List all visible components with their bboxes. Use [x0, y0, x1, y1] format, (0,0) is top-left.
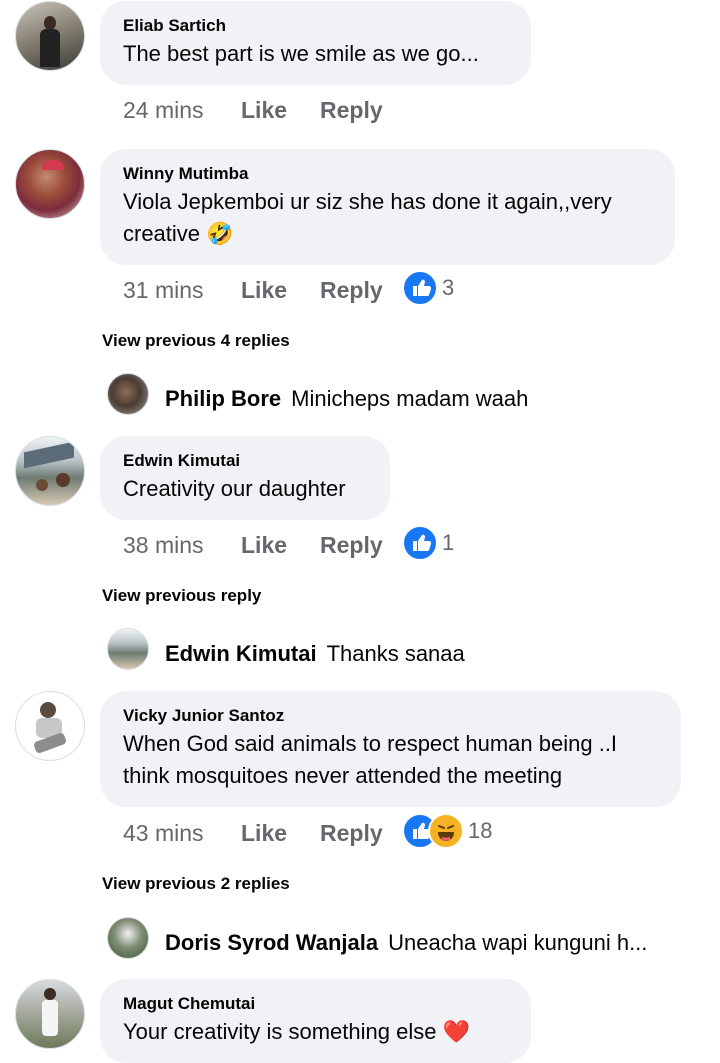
comment-time[interactable]: 31 mins	[123, 277, 204, 304]
avatar[interactable]	[15, 979, 85, 1049]
rofl-emoji-icon: 🤣	[206, 221, 234, 246]
reaction-count: 3	[442, 275, 455, 300]
reply-button[interactable]: Reply	[320, 277, 383, 304]
avatar[interactable]	[107, 628, 149, 670]
like-icon	[402, 525, 438, 561]
reply-row: Philip Bore Minicheps madam waah	[165, 386, 528, 412]
reaction-summary[interactable]: 18	[402, 813, 492, 849]
comment-bubble: Winny Mutimba Viola Jepkemboi ur siz she…	[100, 149, 675, 265]
like-button[interactable]: Like	[241, 277, 287, 304]
haha-icon	[428, 813, 464, 849]
reaction-count: 18	[468, 818, 493, 843]
view-previous-replies-link[interactable]: View previous 4 replies	[102, 331, 290, 351]
comment-time[interactable]: 43 mins	[123, 820, 204, 847]
avatar[interactable]	[107, 373, 149, 415]
reply-text: Uneacha wapi kunguni h...	[388, 930, 648, 955]
reply-button[interactable]: Reply	[320, 97, 383, 124]
heart-emoji-icon: ❤️	[442, 1019, 470, 1044]
comment-text-line: Your creativity is something else ❤️	[123, 1016, 509, 1048]
reply-text: Minicheps madam waah	[291, 386, 529, 411]
comment-bubble: Edwin Kimutai Creativity our daughter	[100, 436, 390, 520]
comment-author[interactable]: Winny Mutimba	[123, 163, 653, 185]
reply-author[interactable]: Doris Syrod Wanjala	[165, 930, 378, 955]
view-previous-replies-link[interactable]: View previous 2 replies	[102, 874, 290, 894]
comment-text-line1: When God said animals to respect human b…	[123, 731, 618, 756]
view-previous-replies-link[interactable]: View previous reply	[102, 586, 261, 606]
like-button[interactable]: Like	[241, 97, 287, 124]
reply-text: Thanks sanaa	[326, 641, 465, 666]
avatar[interactable]	[15, 691, 85, 761]
avatar[interactable]	[15, 1, 85, 71]
like-icon	[402, 270, 438, 306]
reply-button[interactable]: Reply	[320, 532, 383, 559]
comment-bubble: Eliab Sartich The best part is we smile …	[100, 1, 531, 85]
comment-bubble: Vicky Junior Santoz When God said animal…	[100, 691, 681, 807]
comment-text-line1: Viola Jepkemboi ur siz she has done it a…	[123, 189, 612, 214]
reaction-summary[interactable]: 1	[402, 525, 454, 561]
reply-row: Doris Syrod Wanjala Uneacha wapi kunguni …	[165, 930, 647, 956]
comment-author[interactable]: Eliab Sartich	[123, 15, 509, 37]
reply-button[interactable]: Reply	[320, 820, 383, 847]
comment-time[interactable]: 24 mins	[123, 97, 204, 124]
comment-text-line2: creative 🤣	[123, 218, 653, 250]
comment-text: Creativity our daughter	[123, 476, 346, 501]
avatar[interactable]	[15, 149, 85, 219]
comment-bubble: Magut Chemutai Your creativity is someth…	[100, 979, 531, 1063]
reaction-summary[interactable]: 3	[402, 270, 454, 306]
reply-author[interactable]: Philip Bore	[165, 386, 281, 411]
like-button[interactable]: Like	[241, 820, 287, 847]
comment-time[interactable]: 38 mins	[123, 532, 204, 559]
avatar[interactable]	[15, 436, 85, 506]
reply-row: Edwin Kimutai Thanks sanaa	[165, 641, 465, 667]
avatar[interactable]	[107, 917, 149, 959]
comment-author[interactable]: Edwin Kimutai	[123, 450, 368, 472]
comment-text-line2-words: creative	[123, 221, 201, 246]
like-button[interactable]: Like	[241, 532, 287, 559]
comment-author[interactable]: Vicky Junior Santoz	[123, 705, 659, 727]
reaction-count: 1	[442, 530, 455, 555]
comment-text: Your creativity is something else	[123, 1019, 437, 1044]
reply-author[interactable]: Edwin Kimutai	[165, 641, 317, 666]
comment-text: The best part is we smile as we go...	[123, 41, 479, 66]
comment-text-line2: think mosquitoes never attended the meet…	[123, 763, 563, 788]
comment-author[interactable]: Magut Chemutai	[123, 993, 509, 1015]
